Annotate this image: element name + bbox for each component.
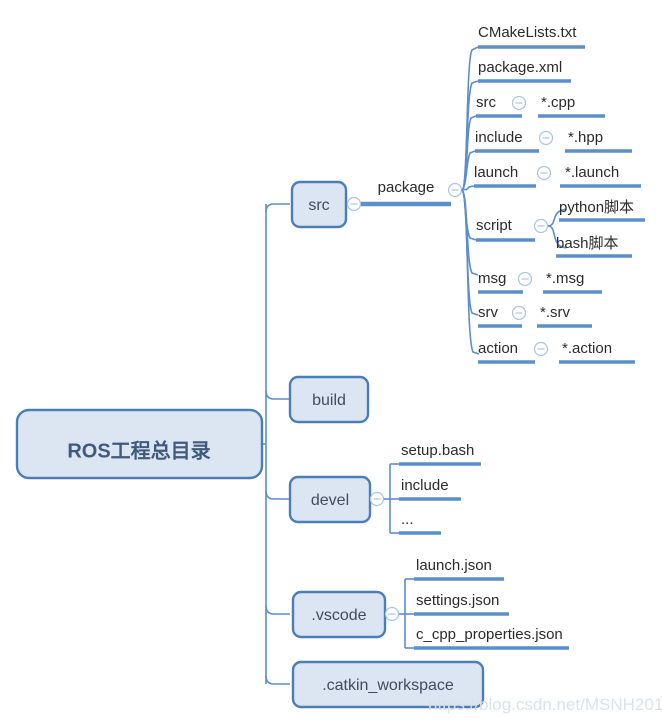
leaf-label-parent: action (478, 340, 518, 357)
branch-node-build-label: build (312, 392, 346, 409)
branch-node-build[interactable]: build (288, 375, 370, 424)
collapse-minus-icon-row-action[interactable] (533, 341, 549, 357)
devel-leaf-label: ... (401, 511, 414, 528)
devel-leaf-label: include (401, 477, 449, 494)
leaf-label-parent: script (476, 217, 513, 234)
collapse-minus-icon-package[interactable] (447, 182, 463, 198)
branch-node-src-label: src (308, 197, 329, 214)
leaf-label-child: *.action (562, 340, 612, 357)
branch-node-vscode-label: .vscode (311, 607, 366, 624)
leaf-label-child: *.hpp (568, 129, 603, 146)
leaf-row-action[interactable]: action *.action (478, 340, 635, 364)
leaf-label-child: *.srv (540, 304, 571, 321)
leaf-label-child: *.launch (565, 164, 619, 181)
vscode-leaf-cpp-properties-json[interactable]: c_cpp_properties.json (414, 626, 569, 650)
collapse-minus-icon-row-srv[interactable] (511, 305, 527, 321)
leaf-label-child-1: python脚本 (559, 199, 634, 216)
leaf-row-include[interactable]: include *.hpp (475, 129, 632, 153)
collapse-minus-icon-vscode[interactable] (384, 606, 400, 622)
leaf-label-child: *.msg (546, 270, 584, 287)
branch-node-catkin-workspace-label: .catkin_workspace (322, 677, 454, 694)
vscode-leaf-label: c_cpp_properties.json (416, 626, 563, 643)
leaf-label-parent: include (475, 129, 523, 146)
leaf-row-srv[interactable]: srv *.srv (478, 304, 592, 328)
package-branch: package (361, 179, 451, 207)
collapse-minus-icon-row-script[interactable] (533, 218, 549, 234)
watermark-text: https://blog.csdn.net/MSNH2012 (428, 695, 662, 714)
collapse-minus-icon-row-include[interactable] (538, 130, 554, 146)
leaf-label-parent: src (476, 94, 496, 111)
collapse-minus-icon-devel[interactable] (369, 491, 385, 507)
root-node[interactable]: ROS工程总目录 (15, 408, 264, 480)
collapse-minus-icon-row-launch[interactable] (536, 165, 552, 181)
vscode-leaf-label: settings.json (416, 592, 499, 609)
mindmap-canvas: ROS工程总目录 src package CMakeLists.txt pack… (15, 24, 662, 714)
devel-connectors (384, 463, 399, 534)
leaf-row-packagexml[interactable]: package.xml (478, 59, 571, 83)
root-trunk-connectors (262, 203, 290, 685)
vscode-leaf-label: launch.json (416, 557, 492, 574)
collapse-minus-icon-src[interactable] (346, 196, 362, 212)
branch-node-src[interactable]: src (290, 180, 348, 229)
devel-leaf-include[interactable]: include (399, 477, 461, 501)
collapse-minus-icon-row-src[interactable] (511, 95, 527, 111)
leaf-label-parent: msg (478, 270, 506, 287)
leaf-row-cmakelists[interactable]: CMakeLists.txt (478, 24, 585, 49)
vscode-leaf-settings-json[interactable]: settings.json (414, 592, 509, 616)
leaf-row-launch[interactable]: launch *.launch (474, 164, 641, 188)
leaf-label-child-2: bash脚本 (556, 235, 619, 252)
package-label: package (378, 179, 435, 196)
branch-node-devel[interactable]: devel (288, 475, 372, 524)
devel-leaf-label: setup.bash (401, 442, 474, 459)
leaf-label-parent: CMakeLists.txt (478, 24, 577, 41)
leaf-label-parent: srv (478, 304, 498, 321)
branch-node-vscode[interactable]: .vscode (291, 590, 387, 639)
leaf-row-msg[interactable]: msg *.msg (478, 270, 602, 294)
branch-node-devel-label: devel (311, 492, 349, 509)
leaf-label-parent: launch (474, 164, 518, 181)
collapse-minus-icon-row-msg[interactable] (517, 271, 533, 287)
leaf-row-script[interactable]: script python脚本 bash脚本 (476, 199, 645, 258)
root-node-label: ROS工程总目录 (67, 438, 210, 462)
vscode-leaf-launch-json[interactable]: launch.json (414, 557, 504, 581)
leaf-label-parent: package.xml (478, 59, 562, 76)
leaf-label-child: *.cpp (541, 94, 575, 111)
vscode-connectors (399, 578, 414, 649)
devel-leaf-more[interactable]: ... (399, 511, 441, 535)
devel-leaf-setup-bash[interactable]: setup.bash (399, 442, 481, 466)
leaf-row-src[interactable]: src *.cpp (476, 94, 605, 118)
